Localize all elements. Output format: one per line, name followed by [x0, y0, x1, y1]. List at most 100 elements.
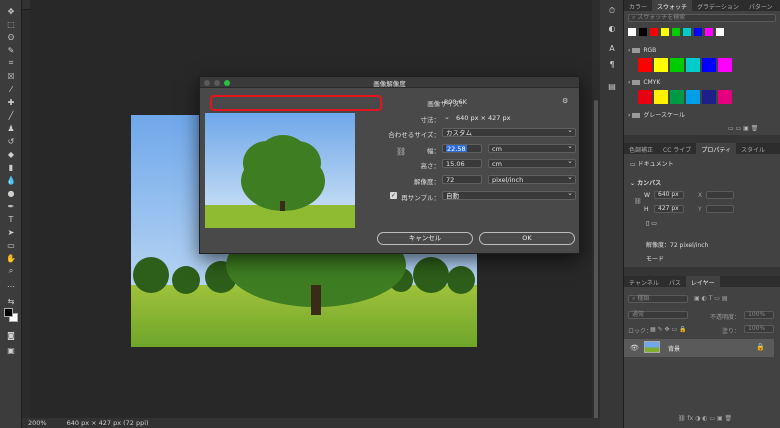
more-tools-icon[interactable]: … — [4, 279, 18, 289]
canvas-x-input[interactable] — [706, 191, 734, 199]
color-swatch[interactable] — [686, 58, 700, 72]
opacity-input[interactable]: 100% — [744, 311, 774, 319]
color-swatch[interactable] — [683, 28, 691, 36]
width-field[interactable]: 22.58 — [442, 144, 482, 153]
color-swatch[interactable] — [654, 90, 668, 104]
tab-paths[interactable]: パス — [664, 276, 686, 287]
swatch-group-cmyk[interactable]: › CMYK — [628, 79, 660, 86]
color-swatch[interactable] — [639, 28, 647, 36]
color-swatch[interactable] — [670, 58, 684, 72]
color-swatch[interactable] — [716, 28, 724, 36]
tab-styles[interactable]: スタイル — [736, 143, 770, 154]
healing-brush-tool-icon[interactable]: ✚ — [4, 97, 18, 107]
settings-gear-icon[interactable]: ⚙ — [562, 97, 568, 105]
tab-cc-live[interactable]: CC ライブ — [658, 143, 696, 154]
tab-swatches[interactable]: スウォッチ — [652, 0, 693, 11]
cancel-button[interactable]: キャンセル — [377, 232, 473, 245]
width-unit-select[interactable]: cm — [488, 144, 576, 153]
libraries-icon[interactable]: ▤ — [607, 82, 617, 92]
color-swatch[interactable] — [670, 90, 684, 104]
canvas-width-input[interactable]: 640 px — [654, 191, 684, 199]
blend-mode-select[interactable]: 通常 — [628, 311, 688, 319]
tab-gradients[interactable]: グラデーション — [692, 0, 744, 11]
color-swatch[interactable] — [702, 90, 716, 104]
layer-kind-filter[interactable]: ⌕ 種類 — [628, 295, 688, 303]
gradient-tool-icon[interactable]: ▮ — [4, 162, 18, 172]
color-swatch[interactable] — [638, 58, 652, 72]
color-swatch[interactable] — [718, 90, 732, 104]
lasso-tool-icon[interactable]: ʘ — [4, 32, 18, 42]
layer-visibility-eye-icon[interactable]: 👁 — [630, 344, 639, 352]
canvas-height-input[interactable]: 427 px — [654, 205, 684, 213]
color-swatch[interactable] — [686, 90, 700, 104]
swatch-group-rgb[interactable]: › RGB — [628, 47, 656, 54]
tab-channels[interactable]: チャンネル — [624, 276, 664, 287]
type-tool-icon[interactable]: T — [4, 214, 18, 224]
swatch-footer-icons[interactable]: ▭ ▭ ▣ 🗑 — [728, 125, 758, 132]
frame-tool-icon[interactable]: ☒ — [4, 71, 18, 81]
ok-button[interactable]: OK — [479, 232, 575, 245]
color-swatch[interactable] — [718, 58, 732, 72]
color-swap-icon[interactable]: ⇆ — [4, 296, 18, 306]
dialog-title-bar[interactable]: 画像解像度 — [200, 77, 579, 88]
blur-tool-icon[interactable]: 💧 — [4, 175, 18, 185]
path-select-tool-icon[interactable]: ➤ — [4, 227, 18, 237]
eraser-tool-icon[interactable]: ◆ — [4, 149, 18, 159]
brush-tool-icon[interactable]: ╱ — [4, 110, 18, 120]
canvas-section[interactable]: ⌄ カンバス — [630, 178, 661, 187]
stamp-tool-icon[interactable]: ♟ — [4, 123, 18, 133]
height-unit-select[interactable]: cm — [488, 159, 576, 168]
tab-patterns[interactable]: パターン — [744, 0, 778, 11]
swatch-search-input[interactable]: ⌕ スウォッチを検索 — [628, 14, 776, 22]
dodge-tool-icon[interactable]: ● — [4, 188, 18, 198]
orientation-icons[interactable]: ▯ ▭ — [646, 220, 657, 227]
resolution-field[interactable]: 72 — [442, 175, 482, 184]
dimensions-chevron-icon[interactable]: ⌄ — [444, 113, 450, 121]
quick-select-tool-icon[interactable]: ✎ — [4, 45, 18, 55]
layer-row[interactable]: 👁 背景 🔒 — [624, 339, 774, 357]
zoom-tool-icon[interactable]: ⌕ — [4, 266, 18, 276]
color-swatch[interactable] — [672, 28, 680, 36]
marquee-tool-icon[interactable]: ⬚ — [4, 19, 18, 29]
resample-select[interactable]: 自動 — [442, 191, 576, 200]
quick-mask-icon[interactable]: ◙ — [4, 330, 18, 340]
color-swatch[interactable] — [661, 28, 669, 36]
fit-to-select[interactable]: カスタム — [442, 128, 576, 137]
character-icon[interactable]: A — [607, 44, 617, 54]
color-swatch[interactable] — [628, 28, 636, 36]
layer-footer-icons[interactable]: ⛓ fx ◑ ◐ ▭ ▣ 🗑 — [678, 415, 732, 422]
color-swatch[interactable] — [638, 90, 652, 104]
vertical-scroll-thumb[interactable] — [594, 100, 598, 420]
history-brush-tool-icon[interactable]: ↺ — [4, 136, 18, 146]
canvas-link-icon[interactable]: ⛓ — [634, 198, 642, 205]
eyedropper-tool-icon[interactable]: ⁄ — [4, 84, 18, 94]
rectangle-tool-icon[interactable]: ▭ — [4, 240, 18, 250]
screen-mode-icon[interactable]: ▣ — [4, 345, 18, 355]
canvas-y-input[interactable] — [706, 205, 734, 213]
tab-adjustments[interactable]: 色調補正 — [624, 143, 658, 154]
color-swatch[interactable] — [705, 28, 713, 36]
document-info[interactable]: 640 px × 427 px (72 ppi) — [67, 419, 149, 427]
pen-tool-icon[interactable]: ✒ — [4, 201, 18, 211]
paragraph-icon[interactable]: ¶ — [607, 60, 617, 70]
color-swatch[interactable] — [694, 28, 702, 36]
fill-input[interactable]: 100% — [744, 325, 774, 333]
color-swatch[interactable] — [650, 28, 658, 36]
tab-properties[interactable]: プロパティ — [696, 143, 736, 154]
zoom-level[interactable]: 200% — [28, 419, 47, 427]
color-swatch[interactable] — [654, 58, 668, 72]
hand-tool-icon[interactable]: ✋ — [4, 253, 18, 263]
height-field[interactable]: 15.06 — [442, 159, 482, 168]
tab-color[interactable]: カラー — [624, 0, 652, 11]
swatch-group-grayscale[interactable]: › グレースケール — [628, 110, 685, 119]
color-swatch[interactable] — [702, 58, 716, 72]
image-preview[interactable] — [205, 113, 355, 228]
resolution-unit-select[interactable]: pixel/inch — [488, 175, 576, 184]
tab-layers[interactable]: レイヤー — [685, 276, 720, 287]
lock-icons[interactable]: ▦ ✎ ✥ ▭ 🔒 — [650, 326, 687, 333]
move-tool-icon[interactable]: ✥ — [4, 6, 18, 16]
history-icon[interactable]: ⏱ — [607, 6, 617, 16]
layer-filter-icons[interactable]: ▣ ◐ T ▭ ▤ — [694, 295, 728, 302]
color-wheel-icon[interactable]: ◐ — [607, 24, 617, 34]
crop-tool-icon[interactable]: ⌗ — [4, 58, 18, 68]
